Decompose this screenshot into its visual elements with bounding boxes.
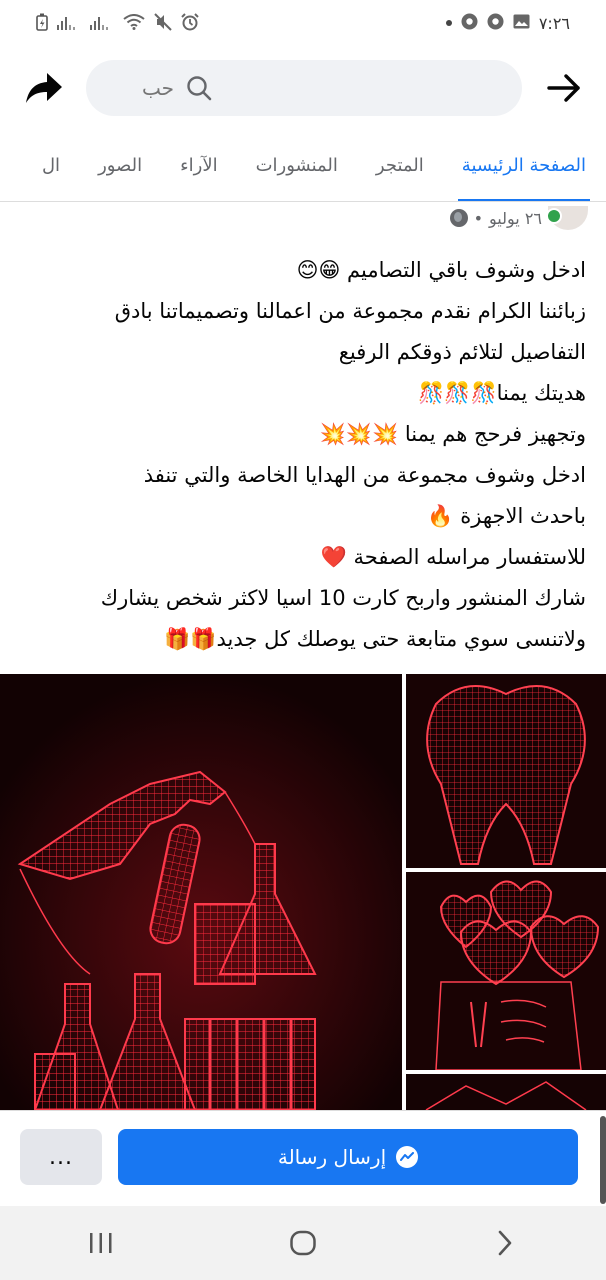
- post-line: ادخل وشوف مجموعة من الهدايا الخاصة والتي…: [143, 463, 586, 487]
- recent-apps-button[interactable]: [71, 1213, 131, 1273]
- post-line: هديتك يمنا🎊🎊🎊: [418, 381, 586, 405]
- photo-partial[interactable]: [406, 1074, 606, 1110]
- post-line: زبائننا الكرام نقدم مجموعة من اعمالنا وت…: [114, 299, 586, 323]
- send-message-label: إرسال رسالة: [277, 1145, 387, 1169]
- tab-photos[interactable]: الصور: [98, 130, 142, 201]
- home-icon: [290, 1230, 316, 1256]
- status-icons-left: [36, 12, 199, 34]
- photo-tooth-lamp[interactable]: [406, 674, 606, 868]
- back-arrow-icon: [547, 74, 580, 102]
- post-date[interactable]: ٢٦ يوليو: [489, 209, 542, 228]
- post-meta: ٢٦ يوليو •: [449, 200, 588, 236]
- alarm-icon: [181, 12, 199, 34]
- search-icon: [187, 76, 212, 101]
- tab-shop[interactable]: المتجر: [376, 130, 424, 201]
- tab-posts[interactable]: المنشورات: [256, 130, 338, 201]
- signal-icon: [90, 14, 114, 33]
- top-bar: [0, 46, 606, 130]
- messenger-icon: [396, 1146, 419, 1168]
- tab-home[interactable]: الصفحة الرئيسية: [457, 130, 591, 201]
- share-button[interactable]: [20, 64, 68, 112]
- wifi-icon: [123, 13, 145, 33]
- system-nav-bar: [0, 1206, 606, 1280]
- tab-more[interactable]: ال: [42, 130, 60, 201]
- battery-icon: [36, 13, 48, 34]
- search-input[interactable]: [102, 75, 176, 101]
- recent-apps-icon: [90, 1233, 112, 1253]
- send-message-button[interactable]: إرسال رسالة: [118, 1129, 578, 1185]
- status-bar: ٧:٢٦: [0, 0, 606, 46]
- back-button[interactable]: [542, 64, 586, 112]
- action-bar: ... إرسال رسالة: [0, 1110, 606, 1206]
- chrome-icon: [461, 13, 478, 33]
- search-bar[interactable]: [86, 60, 522, 116]
- more-options-button[interactable]: ...: [20, 1129, 102, 1185]
- photo-lab-lamp[interactable]: [0, 674, 402, 1110]
- share-arrow-icon: [26, 73, 62, 103]
- photo-hearts-lamp[interactable]: [406, 872, 606, 1070]
- post-line: شارك المنشور واربح كارت 10 اسيا لاكثر شخ…: [100, 586, 586, 610]
- post-line: التفاصيل لتلائم ذوقكم الرفيع: [338, 340, 586, 364]
- online-status-icon: [546, 208, 562, 224]
- scrollbar[interactable]: [600, 1116, 606, 1204]
- avatar[interactable]: [546, 206, 588, 230]
- back-nav-button[interactable]: [475, 1213, 535, 1273]
- tab-reviews[interactable]: الآراء: [180, 130, 217, 201]
- post-text: ادخل وشوف باقي التصاميم 😁😊 زبائننا الكرا…: [20, 250, 586, 660]
- post-line: للاستفسار مراسله الصفحة ❤️: [320, 545, 586, 569]
- status-icons-right: ٧:٢٦: [445, 13, 570, 33]
- chevron-right-icon: [498, 1230, 512, 1256]
- notification-dot: [445, 20, 452, 26]
- mute-icon: [154, 12, 172, 34]
- post-line: وتجهيز فرحج هم يمنا 💥💥💥: [319, 422, 586, 446]
- clock-time: ٧:٢٦: [538, 13, 570, 33]
- page-tabs: الصفحة الرئيسية المتجر المنشورات الآراء …: [0, 130, 606, 202]
- home-button[interactable]: [273, 1213, 333, 1273]
- post-line: ولاتنسى سوي متابعة حتى يوصلك كل جديد🎁🎁: [164, 627, 586, 651]
- post-line: ادخل وشوف باقي التصاميم 😁😊: [296, 258, 586, 282]
- image-icon: [513, 14, 530, 32]
- globe-icon: [449, 209, 468, 227]
- post-line: باحدث الاجهزة 🔥: [427, 504, 586, 528]
- chrome-icon: [487, 13, 504, 33]
- photo-grid: [0, 674, 606, 1110]
- meta-separator: •: [473, 208, 484, 228]
- signal-icon: [57, 14, 81, 33]
